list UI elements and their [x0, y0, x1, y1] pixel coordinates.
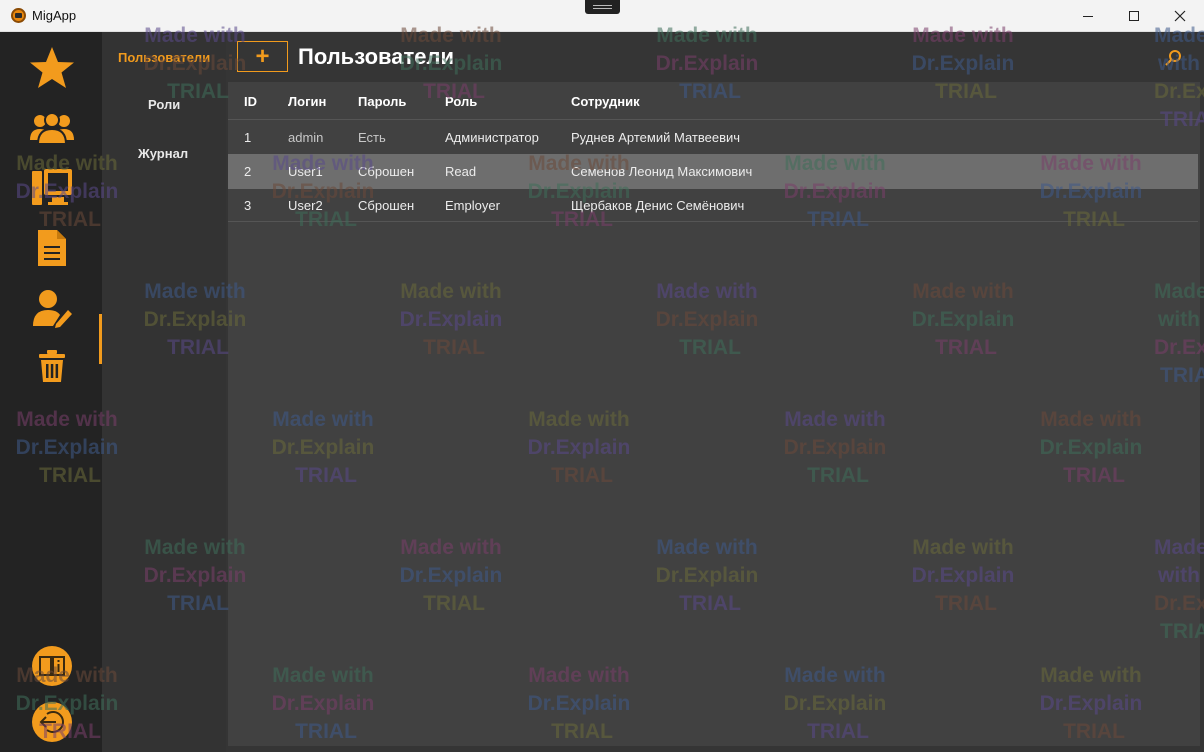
title-bar: MigApp — [0, 0, 1204, 32]
maximize-button[interactable] — [1111, 0, 1157, 32]
users-group-icon — [30, 112, 74, 145]
cell-role: Read — [445, 164, 477, 179]
column-header-role[interactable]: Роль — [445, 94, 477, 109]
table-row-selected[interactable]: 2 User1 Сброшен Read Семенов Леонид Макс… — [228, 154, 1198, 189]
table-row[interactable]: 1 admin Есть Администратор Руднев Артеми… — [228, 120, 1198, 155]
section-subnav: Пользователи Роли Журнал — [102, 32, 228, 752]
cell-login: admin — [288, 130, 324, 145]
cell-login: User2 — [288, 198, 323, 213]
subnav-item-journal[interactable]: Журнал — [138, 146, 188, 161]
subnav-item-users[interactable]: Пользователи — [118, 50, 210, 65]
cell-employee: Руднев Артемий Матвеевич — [571, 130, 741, 145]
cell-id: 1 — [244, 130, 252, 145]
main-content: + Пользователи ID Логин Пароль Роль Сотр… — [226, 32, 1204, 752]
logout-button[interactable] — [32, 702, 72, 742]
cell-role: Администратор — [445, 130, 539, 145]
minimize-icon — [1083, 15, 1093, 17]
cell-password: Сброшен — [358, 164, 415, 179]
nav-computers[interactable] — [22, 160, 82, 216]
column-header-password[interactable]: Пароль — [358, 94, 406, 109]
window-title: MigApp — [32, 8, 77, 23]
table-divider — [228, 221, 1198, 222]
search-button[interactable] — [1164, 48, 1184, 68]
close-button[interactable] — [1157, 0, 1203, 32]
maximize-icon — [1129, 11, 1139, 21]
users-table: ID Логин Пароль Роль Сотрудник 1 admin Е… — [228, 82, 1200, 746]
cell-id: 2 — [244, 164, 252, 179]
app-logo-icon — [11, 8, 26, 23]
cell-employee: Щербаков Денис Семёнович — [571, 198, 745, 213]
nav-trash[interactable] — [22, 338, 82, 394]
nav-favorites[interactable] — [22, 40, 82, 96]
user-edit-icon — [33, 290, 72, 328]
table-row[interactable]: 3 User2 Сброшен Employer Щербаков Денис … — [228, 188, 1198, 223]
cell-id: 3 — [244, 198, 252, 213]
cell-login: User1 — [288, 164, 323, 179]
trash-icon — [39, 350, 65, 382]
nav-documents[interactable] — [22, 220, 82, 276]
cell-role: Employer — [445, 198, 500, 213]
add-user-button[interactable]: + — [237, 41, 288, 72]
computer-icon — [32, 169, 72, 205]
column-header-login[interactable]: Логин — [288, 94, 326, 109]
column-header-id[interactable]: ID — [244, 94, 257, 109]
close-icon — [1174, 10, 1186, 22]
column-header-employee[interactable]: Сотрудник — [571, 94, 640, 109]
cell-password: Есть — [358, 130, 386, 145]
search-icon — [1165, 50, 1181, 66]
help-button[interactable] — [32, 646, 72, 686]
nav-user-management[interactable] — [22, 280, 82, 336]
help-book-icon — [39, 656, 65, 676]
snap-layout-handle[interactable] — [585, 0, 620, 14]
logout-icon — [39, 711, 64, 733]
subnav-item-roles[interactable]: Роли — [148, 97, 180, 112]
main-navigation-bar — [0, 32, 102, 752]
document-icon — [38, 230, 66, 266]
cell-password: Сброшен — [358, 198, 415, 213]
minimize-button[interactable] — [1065, 0, 1111, 32]
table-header: ID Логин Пароль Роль Сотрудник — [228, 82, 1200, 120]
page-title: Пользователи — [298, 44, 455, 69]
cell-employee: Семенов Леонид Максимович — [571, 164, 753, 179]
star-icon — [30, 47, 74, 88]
nav-users-group[interactable] — [22, 100, 82, 156]
